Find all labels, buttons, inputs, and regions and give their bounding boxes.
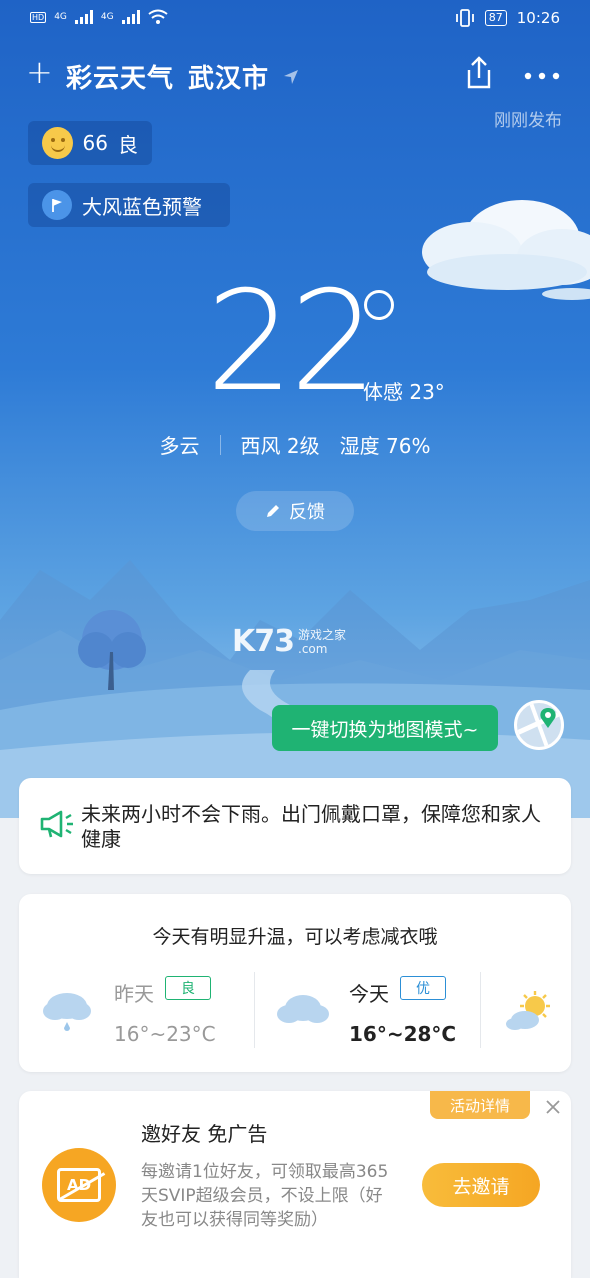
yesterday-label: 昨天 <box>114 982 154 1006</box>
cloudy-icon <box>277 995 329 1023</box>
feedback-button[interactable]: 反馈 <box>236 491 354 531</box>
condition-text: 多云 <box>159 434 200 458</box>
network-2-label: 4G <box>100 12 114 22</box>
today-label: 今天 <box>349 982 389 1006</box>
condition-row: 多云 西风 2级 湿度 76% <box>0 430 590 459</box>
activity-details-tag[interactable]: 活动详情 <box>430 1091 530 1119</box>
app-name: 彩云天气 <box>66 64 175 94</box>
vibrate-icon <box>455 9 474 27</box>
warning-label: 大风蓝色预警 <box>82 194 202 219</box>
smiley-icon <box>42 127 73 159</box>
megaphone-icon <box>40 810 73 838</box>
battery-indicator: 87 <box>484 10 507 26</box>
top-bar: + 彩云天气 武汉市 <box>0 50 590 100</box>
divider <box>254 972 255 1048</box>
invite-title: 邀好友 免广告 <box>141 1122 268 1146</box>
aqi-level: 良 <box>118 132 138 157</box>
ad-free-icon: AD <box>42 1148 116 1222</box>
watermark-brand: K73 <box>232 624 295 659</box>
partly-sunny-icon <box>506 991 550 1030</box>
yesterday-range: 16°~23°C <box>114 1022 216 1046</box>
cloud-illustration <box>422 200 590 300</box>
watermark: K73 游戏之家 .com <box>232 624 346 659</box>
feedback-label: 反馈 <box>289 502 325 523</box>
warning-flag-icon <box>42 190 72 220</box>
weather-hero: HD 4G 4G 87 10:26 + 彩云天气 武汉市 刚刚发布 66 良 大… <box>0 0 590 818</box>
wifi-icon <box>147 9 168 24</box>
pencil-icon <box>267 505 279 517</box>
aqi-value: 66 <box>82 131 108 155</box>
weather-warning-pill[interactable]: 大风蓝色预警 <box>28 183 230 227</box>
rain-cloud-icon <box>43 993 91 1031</box>
feels-like: 体感 23° <box>363 380 445 404</box>
current-temperature: 22 <box>206 261 378 422</box>
signal-icon <box>121 10 140 24</box>
invite-description: 每邀请1位好友，可领取最高365天SVIP超级会员，不设上限（好友也可以获得同等… <box>141 1162 389 1230</box>
wind-text: 西风 2级 <box>240 434 320 458</box>
today-range: 16°~28°C <box>349 1022 457 1046</box>
humidity-text: 湿度 76% <box>339 434 431 458</box>
divider <box>480 972 481 1048</box>
aqi-pill[interactable]: 66 良 <box>28 121 152 165</box>
invite-button[interactable]: 去邀请 <box>422 1163 540 1207</box>
status-bar: HD 4G 4G 87 10:26 <box>0 0 590 40</box>
status-right: 87 10:26 <box>455 9 560 27</box>
network-1-label: 4G <box>54 12 67 22</box>
location-title[interactable]: 彩云天气 武汉市 <box>66 58 299 95</box>
divider <box>219 434 221 455</box>
signal-icon <box>74 10 93 24</box>
yesterday-aqi-badge: 良 <box>165 976 211 1000</box>
city-name: 武汉市 <box>188 64 270 94</box>
watermark-sub-2: .com <box>298 641 328 656</box>
rain-notice-text: 未来两小时不会下雨。出门佩戴口罩，保障您和家人健康 <box>81 802 541 851</box>
landscape-illustration <box>0 560 590 818</box>
share-icon[interactable] <box>464 56 494 90</box>
today-aqi-badge: 优 <box>400 976 446 1000</box>
degree-symbol <box>364 290 394 320</box>
map-toggle-icon[interactable] <box>514 700 564 750</box>
more-options-button[interactable] <box>524 62 560 82</box>
status-left: HD 4G 4G <box>30 9 168 25</box>
map-mode-button[interactable]: 一键切换为地图模式~ <box>272 705 498 751</box>
rain-notice-card[interactable]: 未来两小时不会下雨。出门佩戴口罩，保障您和家人健康 <box>19 778 571 874</box>
close-icon[interactable] <box>544 1098 562 1116</box>
more-icon <box>524 72 560 80</box>
location-arrow-icon <box>284 69 299 84</box>
clock: 10:26 <box>516 9 560 27</box>
watermark-sub-1: 游戏之家 <box>298 627 347 642</box>
hd-icon: HD <box>30 11 47 23</box>
add-city-button[interactable]: + <box>26 56 53 88</box>
temperature-tip: 今天有明显升温，可以考虑减衣哦 <box>152 926 438 948</box>
publish-time: 刚刚发布 <box>494 111 562 131</box>
temperature-compare-card[interactable]: 今天有明显升温，可以考虑减衣哦 昨天 良 16°~23°C 今天 优 16°~2… <box>19 894 571 1072</box>
